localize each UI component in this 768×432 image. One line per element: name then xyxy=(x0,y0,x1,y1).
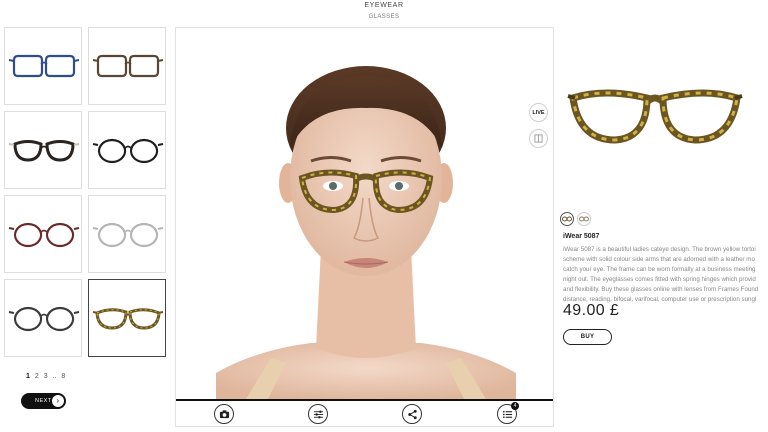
live-button[interactable]: LIVE xyxy=(529,103,548,122)
glasses-icon xyxy=(92,54,164,78)
description-line: iWear 5087 is a beautiful ladies cateye … xyxy=(563,246,756,253)
thumbnail-glasses-browline[interactable] xyxy=(4,111,82,189)
thumbnail-glasses-grey-round[interactable] xyxy=(4,279,82,357)
try-on-viewer: LIVE 4 xyxy=(175,27,554,427)
buy-label: BUY xyxy=(580,334,595,340)
glasses-icon xyxy=(579,216,589,222)
product-name: iWear 5087 xyxy=(563,233,600,240)
glasses-icon xyxy=(92,222,164,248)
compare-icon xyxy=(534,134,543,143)
thumbnail-glasses-black-round[interactable] xyxy=(88,111,166,189)
sliders-icon xyxy=(313,410,323,418)
pagination: 1 2 3 .. 8 xyxy=(26,373,68,380)
glasses-icon xyxy=(8,306,80,332)
color-swatch-tortoise[interactable] xyxy=(560,212,574,226)
description-line: catch your eye. The frame can be worn fo… xyxy=(563,266,756,273)
description-line: night out. The eyeglasses comes fitted w… xyxy=(563,276,756,283)
list-button[interactable]: 4 xyxy=(497,402,519,424)
model-portrait xyxy=(216,28,516,399)
page-1-link[interactable]: 1 xyxy=(26,373,30,380)
description-line: scheme with solid colour side arms that … xyxy=(563,256,755,263)
subcategory-title: GLASSES xyxy=(368,14,400,20)
page-2-link[interactable]: 2 xyxy=(35,373,39,380)
description-line: and flexibility. Buy these glasses onlin… xyxy=(563,286,759,293)
thumbnail-glasses-tortoise-cateye[interactable] xyxy=(88,279,166,357)
chevron-right-icon: › xyxy=(52,395,64,407)
page-3-link[interactable]: 3 xyxy=(44,373,48,380)
glasses-icon xyxy=(8,140,80,162)
glasses-icon xyxy=(8,54,80,78)
glasses-icon xyxy=(92,138,164,164)
glasses-icon xyxy=(8,222,80,248)
thumbnail-glasses-brown-rectangle[interactable] xyxy=(88,27,166,105)
thumbnail-glasses-blue-rectangle[interactable] xyxy=(4,27,82,105)
share-icon xyxy=(407,409,417,419)
glasses-icon xyxy=(562,216,572,222)
list-count-badge: 4 xyxy=(511,402,519,410)
share-button[interactable] xyxy=(402,404,422,424)
glasses-icon xyxy=(92,308,164,330)
adjust-button[interactable] xyxy=(308,404,328,424)
product-description: iWear 5087 is a beautiful ladies cateye … xyxy=(563,245,768,305)
thumbnail-glasses-silver-round[interactable] xyxy=(88,195,166,273)
next-label: NEXT xyxy=(35,398,52,404)
thumbnail-glasses-burgundy-round[interactable] xyxy=(4,195,82,273)
camera-icon xyxy=(219,409,229,418)
next-button[interactable]: NEXT › xyxy=(21,393,66,409)
camera-button[interactable] xyxy=(214,404,234,424)
page-8-link[interactable]: 8 xyxy=(61,373,65,380)
compare-button[interactable] xyxy=(529,129,548,148)
live-label: LIVE xyxy=(532,109,545,116)
toolbar-divider xyxy=(176,399,553,401)
page-ellipsis: .. xyxy=(52,373,57,380)
product-image xyxy=(567,89,743,144)
category-title: EYEWEAR xyxy=(364,2,404,9)
product-price: 49.00 £ xyxy=(563,302,620,319)
color-swatch-alt[interactable] xyxy=(577,212,591,226)
buy-button[interactable]: BUY xyxy=(563,329,612,345)
list-icon xyxy=(502,410,512,418)
